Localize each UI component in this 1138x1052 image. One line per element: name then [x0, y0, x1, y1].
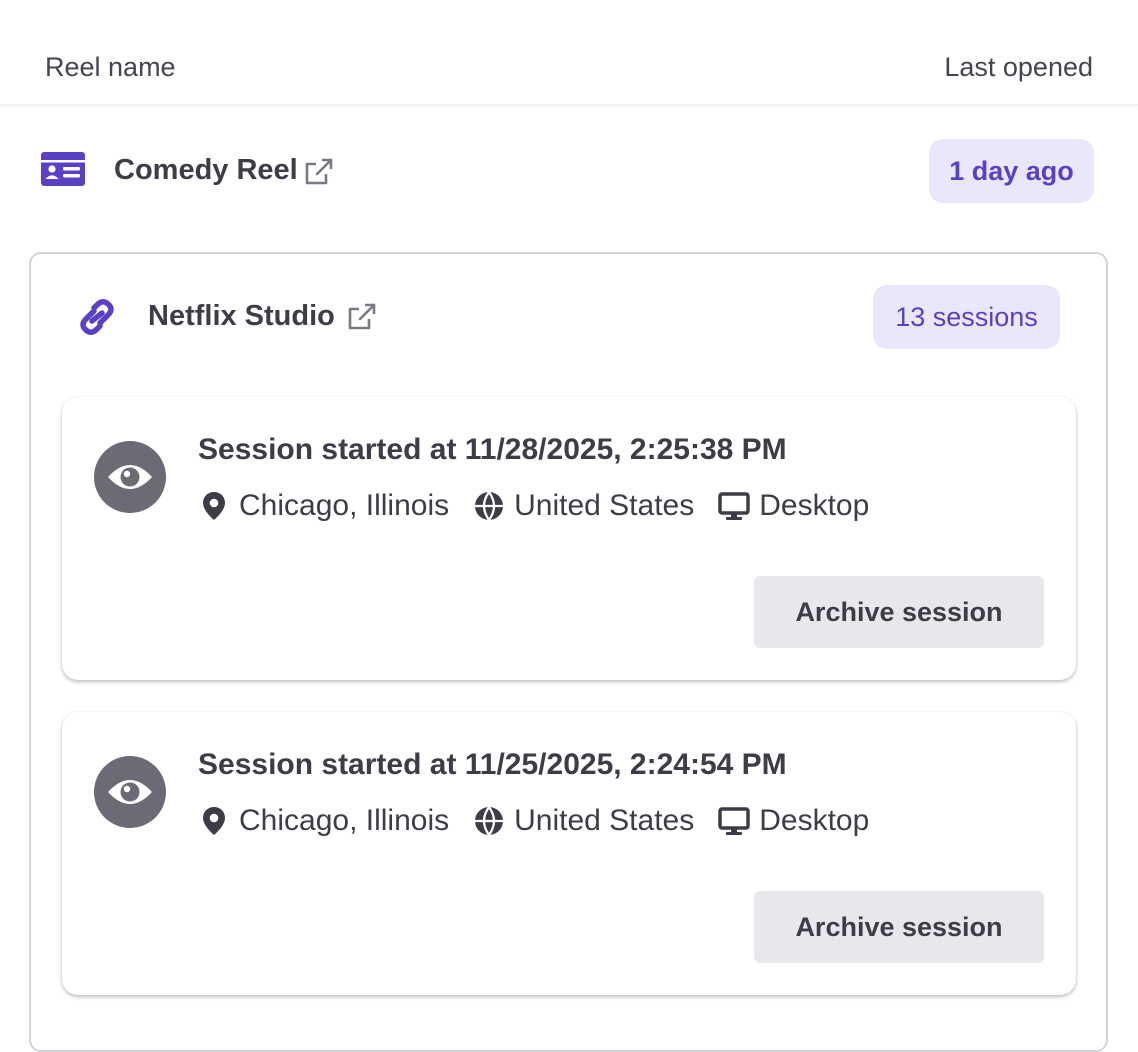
location-city: Chicago, Illinois: [239, 804, 450, 837]
location-item: Chicago, Illinois: [198, 804, 449, 838]
external-link-icon[interactable]: [346, 301, 378, 333]
session-count-badge: 13 sessions: [873, 285, 1060, 349]
desktop-icon: [718, 807, 750, 835]
reel-title[interactable]: Comedy Reel: [114, 154, 298, 187]
external-link-icon[interactable]: [303, 156, 335, 188]
column-header-last-opened[interactable]: Last opened: [944, 52, 1093, 83]
device-type: Desktop: [759, 489, 870, 522]
session-meta: Chicago, Illinois United States Desktop: [198, 489, 893, 523]
device-type: Desktop: [759, 804, 870, 837]
map-pin-icon: [203, 807, 225, 835]
desktop-icon: [718, 492, 750, 520]
eye-icon: [94, 756, 166, 828]
location-country: United States: [514, 489, 695, 522]
session-meta: Chicago, Illinois United States Desktop: [198, 804, 893, 838]
session-title: Session started at 11/25/2025, 2:24:54 P…: [198, 748, 787, 781]
device-item: Desktop: [718, 489, 869, 523]
table-header: Reel name Last opened: [0, 0, 1138, 106]
id-card-icon: [41, 152, 85, 186]
device-item: Desktop: [718, 804, 869, 838]
archive-session-button[interactable]: Archive session: [754, 576, 1044, 648]
location-city: Chicago, Illinois: [239, 489, 450, 522]
session-card: Session started at 11/25/2025, 2:24:54 P…: [62, 712, 1076, 995]
eye-icon: [94, 441, 166, 513]
map-pin-icon: [203, 492, 225, 520]
globe-icon: [475, 806, 504, 836]
studio-title[interactable]: Netflix Studio: [148, 300, 335, 333]
country-item: United States: [473, 489, 694, 523]
last-opened-badge: 1 day ago: [929, 139, 1094, 203]
column-header-reel-name[interactable]: Reel name: [45, 52, 176, 83]
globe-icon: [475, 491, 504, 521]
archive-session-button[interactable]: Archive session: [754, 891, 1044, 963]
link-icon: [80, 299, 114, 335]
location-country: United States: [514, 804, 695, 837]
session-title: Session started at 11/28/2025, 2:25:38 P…: [198, 433, 787, 466]
country-item: United States: [473, 804, 694, 838]
session-card: Session started at 11/28/2025, 2:25:38 P…: [62, 397, 1076, 680]
location-item: Chicago, Illinois: [198, 489, 449, 523]
